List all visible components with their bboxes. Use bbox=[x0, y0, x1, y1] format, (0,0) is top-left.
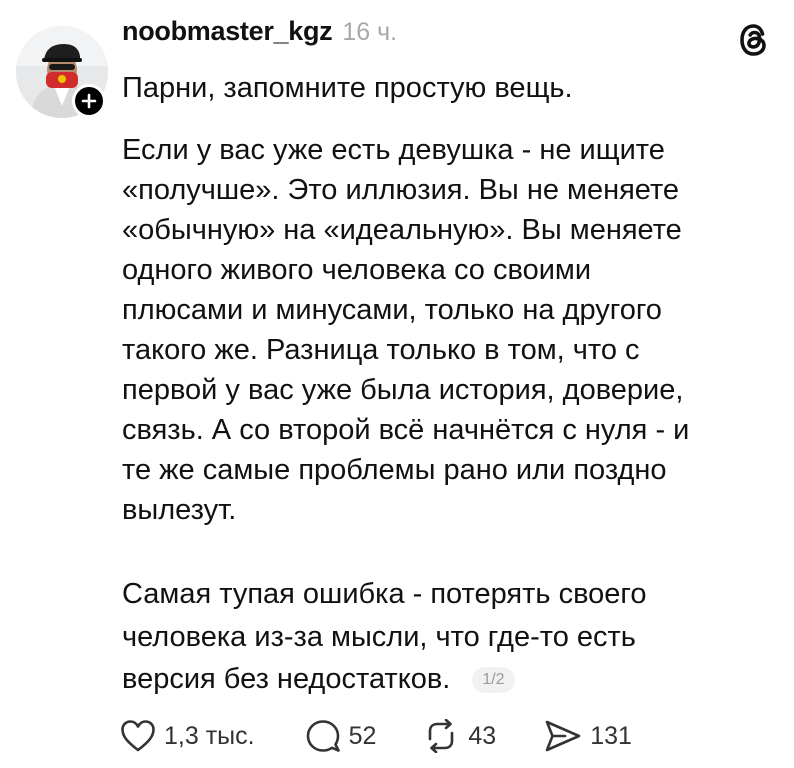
post-time: 16 ч. bbox=[342, 18, 398, 46]
share-count: 131 bbox=[590, 721, 632, 750]
follow-button[interactable] bbox=[72, 84, 106, 118]
page-indicator: 1/2 bbox=[472, 667, 515, 694]
plus-icon bbox=[81, 93, 97, 109]
repost-icon bbox=[429, 719, 454, 753]
share-button[interactable]: 131 bbox=[544, 719, 632, 753]
reply-button[interactable]: 52 bbox=[305, 719, 377, 753]
post-header: noobmaster_kgz 16 ч. bbox=[122, 16, 397, 47]
send-icon bbox=[545, 720, 581, 752]
threads-logo-icon bbox=[734, 20, 774, 60]
like-button[interactable]: 1,3 тыс. bbox=[120, 719, 255, 753]
comment-bubble-icon bbox=[306, 720, 340, 752]
reply-count: 52 bbox=[348, 721, 377, 750]
repost-button[interactable]: 43 bbox=[422, 719, 496, 753]
repost-count: 43 bbox=[468, 721, 497, 750]
post-text-paragraph-3: Самая тупая ошибка - потерять своего чел… bbox=[122, 573, 647, 701]
username[interactable]: noobmaster_kgz bbox=[122, 16, 333, 47]
heart-icon bbox=[121, 720, 155, 752]
post-text-paragraph-2: Если у вас уже есть девушка - не ищите «… bbox=[122, 134, 690, 526]
like-count: 1,3 тыс. bbox=[164, 721, 255, 750]
post-text-line-1: Парни, запомните простую вещь. bbox=[122, 72, 573, 104]
post-text-paragraph-3-content: Самая тупая ошибка - потерять своего чел… bbox=[122, 578, 647, 695]
action-bar: 1,3 тыс. 52 43 131 bbox=[120, 719, 632, 753]
